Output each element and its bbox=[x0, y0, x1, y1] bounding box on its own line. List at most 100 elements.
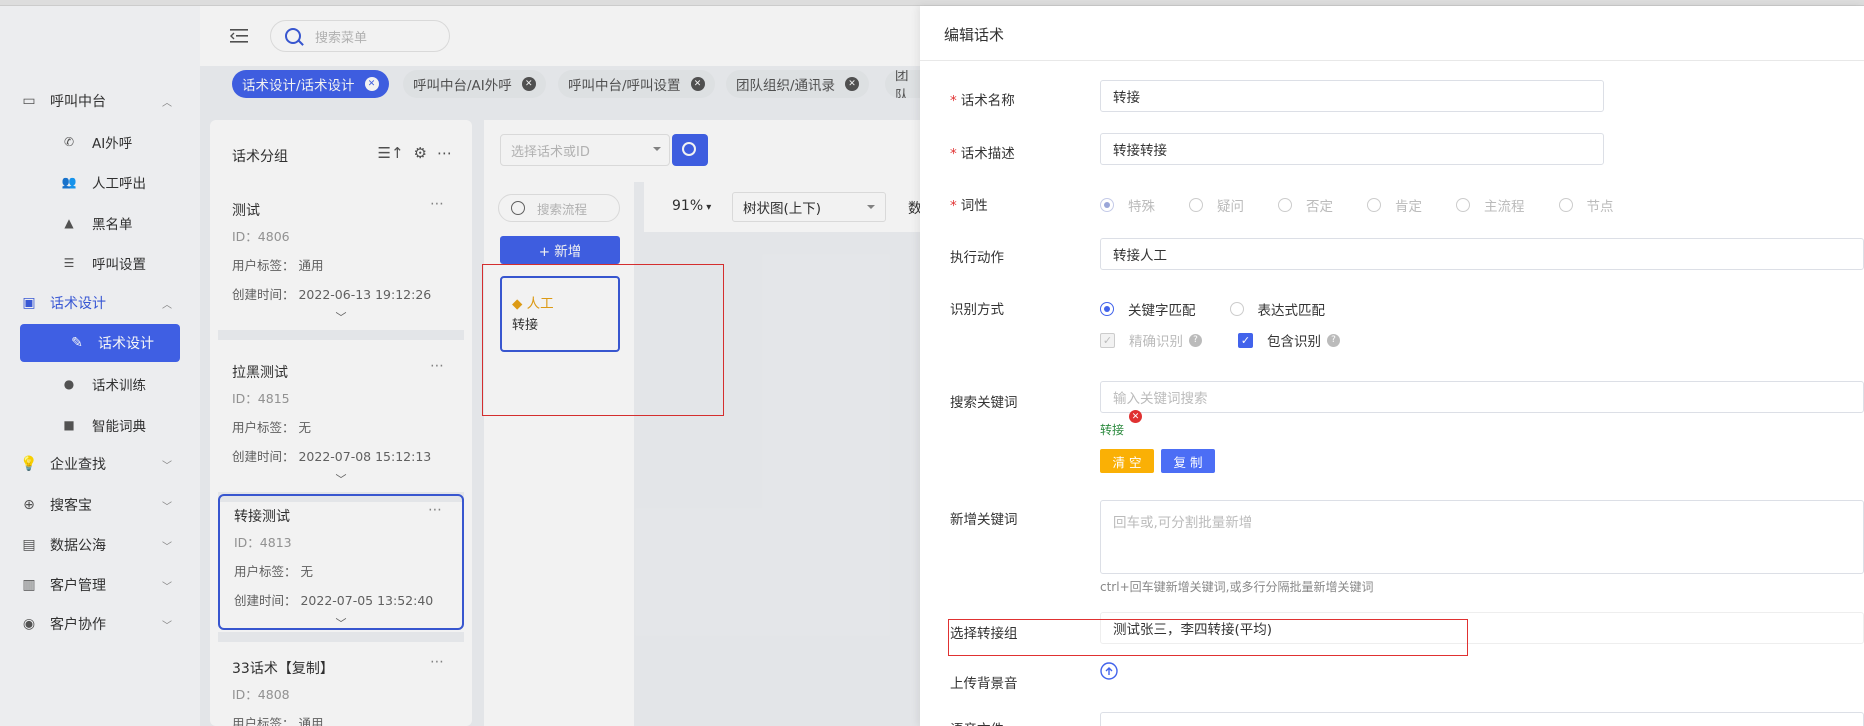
sidebar-item-label: 话术设计 bbox=[50, 296, 106, 312]
menu-search-input[interactable]: 搜索菜单 bbox=[270, 20, 450, 52]
script-card[interactable]: 拉黑测试 ID：4815 用户标签： 无 创建时间： 2022-07-08 15… bbox=[218, 352, 464, 497]
add-flow-button[interactable]: + 新增 bbox=[500, 236, 620, 264]
sidebar-item-script-training[interactable]: ● 话术训练 bbox=[60, 365, 180, 403]
exact-match-checkbox[interactable]: ✓ 精确识别? bbox=[1100, 330, 1202, 350]
tab-contacts[interactable]: 团队组织/通讯录 ✕ bbox=[726, 70, 870, 98]
sliders-icon: ☰ bbox=[63, 256, 75, 270]
help-icon: ? bbox=[1327, 333, 1340, 347]
sidebar-group-soukebao[interactable]: ⊕ 搜客宝 ﹀ bbox=[20, 486, 180, 524]
sidebar-item-ai-call[interactable]: ✆ AI外呼 bbox=[60, 123, 180, 161]
sidebar-item-label: 企业查找 bbox=[50, 457, 106, 473]
group-panel-tools: ☰↑ ⚙ ⋯ bbox=[378, 144, 452, 162]
chevron-down-icon[interactable]: ﹀ bbox=[234, 615, 448, 631]
sidebar-item-label: 客户协作 bbox=[50, 617, 106, 633]
sidebar-item-smart-dictionary[interactable]: ■ 智能词典 bbox=[60, 406, 180, 444]
sidebar-group-company-search[interactable]: 💡 企业查找 ﹀ bbox=[20, 445, 180, 483]
search-icon bbox=[682, 142, 696, 156]
keyword-search-input[interactable]: 输入关键词搜索 bbox=[1100, 381, 1864, 413]
chevron-down-icon[interactable]: ﹀ bbox=[232, 471, 450, 487]
clear-button[interactable]: 清 空 bbox=[1100, 449, 1154, 473]
sidebar: ▭ 呼叫中台 ︿ ✆ AI外呼 👥 人工呼出 ▲ 黑名单 ☰ 呼叫设置 ▣ 话术… bbox=[0, 6, 200, 726]
more-icon[interactable]: ⋯ bbox=[430, 654, 444, 670]
pos-label: * 词性 bbox=[950, 198, 988, 214]
script-desc-input[interactable]: 转接转接 bbox=[1100, 133, 1604, 165]
radio-icon bbox=[1278, 198, 1292, 212]
sidebar-item-script-design[interactable]: ✎ 话术设计 bbox=[20, 324, 180, 362]
search-kw-label: 搜索关键词 bbox=[950, 395, 1018, 411]
script-card[interactable]: 33话术【复制】 ID：4808 用户标签： 通用 ⋯ bbox=[218, 648, 464, 726]
pen-icon: ✎ bbox=[71, 335, 83, 351]
users-icon: 👥 bbox=[61, 175, 77, 189]
edit-script-drawer: 编辑话术 * 话术名称 转接 * 话术描述 转接转接 * 词性 特殊 疑问 否定 肯定… bbox=[920, 6, 1864, 726]
card-created: 创建时间： 2022-07-05 13:52:40 bbox=[234, 593, 434, 608]
card-name: 转接测试 bbox=[234, 509, 290, 525]
more-icon[interactable]: ⋯ bbox=[430, 196, 444, 212]
script-name-input[interactable]: 转接 bbox=[1100, 80, 1604, 112]
menu-collapse-icon[interactable] bbox=[230, 28, 248, 44]
script-group-panel: 话术分组 ☰↑ ⚙ ⋯ 测试 ID：4806 用户标签： 通用 创建时间： 20… bbox=[210, 120, 472, 726]
contacts-icon: ▥ bbox=[22, 577, 36, 593]
contain-match-checkbox[interactable]: ✓ 包含识别? bbox=[1238, 330, 1340, 350]
sidebar-group-script-design[interactable]: ▣ 话术设计 ︿ bbox=[20, 284, 180, 322]
close-icon[interactable]: ✕ bbox=[521, 77, 536, 91]
tab-ai-call[interactable]: 呼叫中台/AI外呼 ✕ bbox=[403, 70, 546, 98]
close-icon[interactable]: ✕ bbox=[364, 77, 379, 91]
pos-radio-node[interactable]: 节点 bbox=[1558, 195, 1614, 215]
sort-icon[interactable]: ☰↑ bbox=[378, 144, 404, 162]
top-header: 搜索菜单 bbox=[200, 6, 920, 66]
tab-call-settings[interactable]: 呼叫中台/呼叫设置 ✕ bbox=[558, 70, 715, 98]
tab-team[interactable]: 团队 bbox=[885, 70, 920, 98]
pos-radio-group: 特殊 疑问 否定 肯定 主流程 节点 bbox=[1100, 195, 1648, 215]
chevron-down-icon: ﹀ bbox=[162, 581, 172, 593]
required-mark: * bbox=[950, 198, 957, 214]
zoom-select[interactable]: 91% bbox=[672, 198, 711, 214]
flow-search-placeholder: 搜索流程 bbox=[537, 201, 588, 217]
sidebar-item-call-settings[interactable]: ☰ 呼叫设置 bbox=[60, 244, 180, 282]
sidebar-group-data-pool[interactable]: ▤ 数据公海 ﹀ bbox=[20, 526, 180, 564]
voice-file-field[interactable] bbox=[1100, 712, 1864, 726]
action-input[interactable]: 转接人工 bbox=[1100, 238, 1864, 270]
chevron-down-icon[interactable]: ﹀ bbox=[232, 309, 450, 325]
sidebar-item-label: 呼叫设置 bbox=[92, 257, 146, 273]
pos-radio-special[interactable]: 特殊 bbox=[1100, 195, 1155, 215]
close-icon[interactable]: ✕ bbox=[690, 77, 705, 91]
recog-radio-expression[interactable]: 表达式匹配 bbox=[1229, 299, 1325, 319]
pos-radio-negative[interactable]: 否定 bbox=[1278, 195, 1333, 215]
more-icon[interactable]: ⋯ bbox=[437, 144, 452, 162]
sidebar-item-manual-call[interactable]: 👥 人工呼出 bbox=[60, 163, 180, 201]
highlight-box bbox=[948, 619, 1468, 656]
tab-script-design[interactable]: 话术设计/话术设计 ✕ bbox=[232, 70, 389, 98]
drawer-title: 编辑话术 bbox=[944, 26, 1005, 44]
card-id: ID：4815 bbox=[232, 391, 290, 406]
copy-button[interactable]: 复 制 bbox=[1161, 449, 1215, 473]
script-card-selected[interactable]: 转接测试 ID：4813 用户标签： 无 创建时间： 2022-07-05 13… bbox=[218, 494, 464, 630]
sidebar-group-customer-collab[interactable]: ◉ 客户协作 ﹀ bbox=[20, 605, 180, 643]
chevron-up-icon: ︿ bbox=[162, 299, 172, 311]
search-plus-icon: ⊕ bbox=[23, 497, 35, 513]
sidebar-item-label: 话术训练 bbox=[92, 378, 146, 394]
layout-select[interactable]: 树状图(上下) bbox=[732, 192, 886, 222]
group-panel-title: 话术分组 bbox=[232, 149, 288, 165]
search-button[interactable] bbox=[672, 134, 708, 166]
upload-cloud-icon[interactable] bbox=[1100, 662, 1118, 680]
sidebar-item-blacklist[interactable]: ▲ 黑名单 bbox=[60, 204, 180, 242]
more-icon[interactable]: ⋯ bbox=[428, 502, 442, 518]
radio-icon bbox=[1367, 198, 1381, 212]
recog-radio-keyword[interactable]: 关键字匹配 bbox=[1100, 299, 1196, 319]
close-icon[interactable]: ✕ bbox=[845, 77, 860, 91]
gear-icon[interactable]: ⚙ bbox=[414, 144, 427, 162]
tab-label: 团队 bbox=[895, 70, 909, 98]
remove-tag-icon[interactable]: ✕ bbox=[1129, 410, 1142, 423]
radio-icon bbox=[1558, 198, 1573, 212]
pos-radio-positive[interactable]: 肯定 bbox=[1367, 195, 1422, 215]
script-select[interactable]: 选择话术或ID bbox=[500, 134, 670, 166]
sidebar-group-customer-mgmt[interactable]: ▥ 客户管理 ﹀ bbox=[20, 566, 180, 604]
pos-radio-main-flow[interactable]: 主流程 bbox=[1456, 195, 1525, 215]
more-icon[interactable]: ⋯ bbox=[430, 358, 444, 374]
flow-search-input[interactable]: 搜索流程 bbox=[498, 194, 620, 222]
script-card[interactable]: 测试 ID：4806 用户标签： 通用 创建时间： 2022-06-13 19:… bbox=[218, 190, 464, 335]
sidebar-group-call-center[interactable]: ▭ 呼叫中台 ︿ bbox=[20, 82, 180, 120]
new-keyword-textarea[interactable]: 回车或,可分割批量新增 bbox=[1100, 500, 1864, 574]
pos-radio-question[interactable]: 疑问 bbox=[1189, 195, 1244, 215]
menu-search-placeholder: 搜索菜单 bbox=[315, 30, 368, 46]
